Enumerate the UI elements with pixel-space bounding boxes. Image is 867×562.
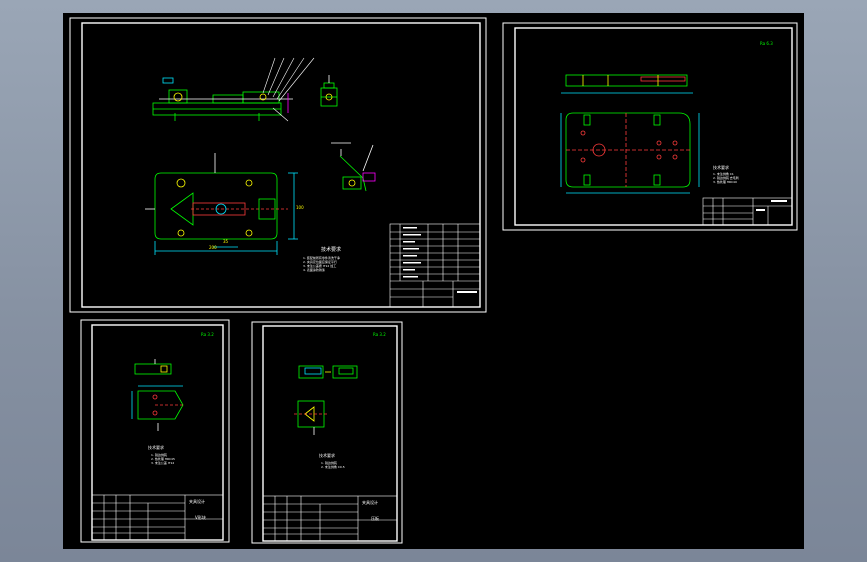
cad-viewport[interactable]: 200 100 35 技术要求 1. 装配前所有零件清洗干净 2. 夹具定位面应… — [63, 13, 804, 549]
part-a-note-3: 3. 未注公差 IT12 — [151, 460, 174, 465]
assembly-sheet-hit[interactable] — [70, 18, 486, 312]
part-a-title: 夹具设计 — [189, 498, 205, 504]
part-b-part-name: 压板 — [371, 515, 379, 521]
part-b-sheet[interactable]: Ra 3.2 技术要求 1. 锐边倒钝 2. 未注倒角 C0.5 夹具设计 压板 — [251, 321, 403, 544]
assembly-notes-title: 技术要求 — [321, 246, 341, 253]
part-b-roughness-symbol: Ra 3.2 — [373, 332, 386, 337]
assembly-dim-height: 100 — [296, 205, 304, 210]
base-plate-notes-title: 技术要求 — [713, 164, 729, 170]
part-b-title: 夹具设计 — [362, 499, 378, 505]
base-plate-note-3: 3. 热处理 HRC40 — [713, 179, 737, 184]
part-b-sheet-hit[interactable] — [252, 322, 402, 543]
part-a-sheet-hit[interactable] — [81, 320, 229, 542]
part-a-part-name: V形块 — [195, 514, 206, 520]
assembly-sheet[interactable]: 200 100 35 技术要求 1. 装配前所有零件清洗干净 2. 夹具定位面应… — [69, 17, 487, 313]
assembly-note-4: 4. 表面涂防锈漆 — [303, 267, 325, 272]
part-b-note-2: 2. 未注倒角 C0.5 — [321, 464, 345, 469]
part-a-notes-title: 技术要求 — [148, 444, 164, 450]
part-a-sheet[interactable]: Ra 3.2 技术要求 1. 锐边倒钝 2. 热处理 HRC45 3. 未注公差… — [80, 319, 230, 543]
drawing-canvas[interactable]: 200 100 35 技术要求 1. 装配前所有零件清洗干净 2. 夹具定位面应… — [63, 13, 804, 549]
base-plate-roughness-symbol: Ra 6.3 — [760, 41, 773, 46]
assembly-dim-offset: 35 — [223, 239, 229, 244]
part-b-notes-title: 技术要求 — [319, 452, 335, 458]
part-a-roughness-symbol: Ra 3.2 — [201, 332, 214, 337]
assembly-dim-width: 200 — [209, 245, 217, 250]
base-plate-sheet[interactable]: Ra 6.3 技术要求 1. 未注倒角 C1 2. 锐边倒钝 去毛刺 3. 热处… — [502, 22, 798, 231]
